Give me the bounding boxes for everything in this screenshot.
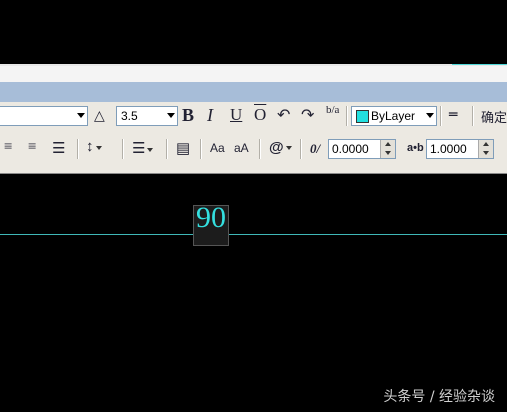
insert-field-icon[interactable]: ▤ [176, 139, 190, 158]
chevron-down-icon [426, 113, 434, 118]
undo-icon[interactable]: ↶ [277, 105, 290, 125]
separator [346, 106, 348, 126]
text-color-value: ByLayer [371, 109, 416, 123]
separator [259, 139, 261, 159]
numbering-dropdown-icon[interactable]: ☰ [132, 139, 154, 158]
separator [472, 106, 474, 126]
overline-button[interactable]: O [254, 105, 266, 125]
toolbar-row-1: △ 3.5 B I U O ↶ ↷ b/a ByLayer ═ 确定 [0, 102, 507, 130]
separator [440, 106, 442, 126]
oblique-angle-label: 0/ [310, 141, 321, 156]
tracking-input[interactable]: 1.0000 [426, 139, 494, 159]
cyan-drawing-line [0, 234, 507, 235]
text-formatting-toolbar: △ 3.5 B I U O ↶ ↷ b/a ByLayer ═ 确定 ≡ ≡ ☰… [0, 102, 507, 174]
bold-button[interactable]: B [182, 105, 194, 126]
spin-down-icon[interactable] [478, 149, 493, 158]
justify-icon[interactable]: ≡ [4, 139, 12, 156]
spin-down-icon[interactable] [380, 149, 395, 158]
ribbon-strip [0, 66, 507, 82]
at-symbol-icon: @ [269, 139, 284, 156]
oblique-angle-input[interactable]: 0.0000 [328, 139, 396, 159]
chevron-down-icon [167, 113, 175, 118]
watermark: 头条号 / 经验杂谈 [383, 389, 495, 405]
annotative-icon[interactable]: △ [94, 108, 105, 125]
text-height-dropdown[interactable]: 3.5 [116, 106, 178, 126]
chevron-down-icon [77, 113, 85, 118]
line-spacing-icon[interactable]: ☰ [52, 139, 65, 158]
symbol-dropdown[interactable]: @ [269, 139, 292, 156]
mtext-content[interactable]: 90 [193, 201, 229, 235]
text-height-value: 3.5 [121, 109, 138, 123]
text-color-dropdown[interactable]: ByLayer [351, 106, 437, 126]
underline-button[interactable]: U [230, 105, 242, 125]
separator [77, 139, 79, 159]
color-swatch [356, 110, 369, 123]
lowercase-button[interactable]: aA [234, 141, 249, 155]
tracking-label: a•b [407, 142, 424, 154]
separator [166, 139, 168, 159]
distribute-icon[interactable]: ≡ [28, 139, 36, 156]
oblique-angle-value: 0.0000 [332, 142, 369, 156]
line-spacing-dropdown-icon[interactable]: ↕ [86, 139, 102, 156]
redo-icon[interactable]: ↷ [301, 105, 314, 125]
ok-button[interactable]: 确定 [481, 107, 507, 126]
font-name-dropdown[interactable] [0, 106, 88, 126]
cyan-guide-line [452, 64, 507, 65]
separator [200, 139, 202, 159]
italic-button[interactable]: I [207, 105, 213, 126]
tracking-value: 1.0000 [430, 142, 467, 156]
ruler-icon[interactable]: ═ [449, 107, 457, 123]
separator [122, 139, 124, 159]
separator [300, 139, 302, 159]
toolbar-title-bar[interactable] [0, 82, 507, 102]
stack-button[interactable]: b/a [326, 105, 339, 116]
toolbar-row-2: ≡ ≡ ☰ ↕ ☰ ▤ Aa aA @ 0/ 0.0000 a•b 1.0000 [0, 134, 507, 164]
uppercase-button[interactable]: Aa [210, 141, 225, 155]
